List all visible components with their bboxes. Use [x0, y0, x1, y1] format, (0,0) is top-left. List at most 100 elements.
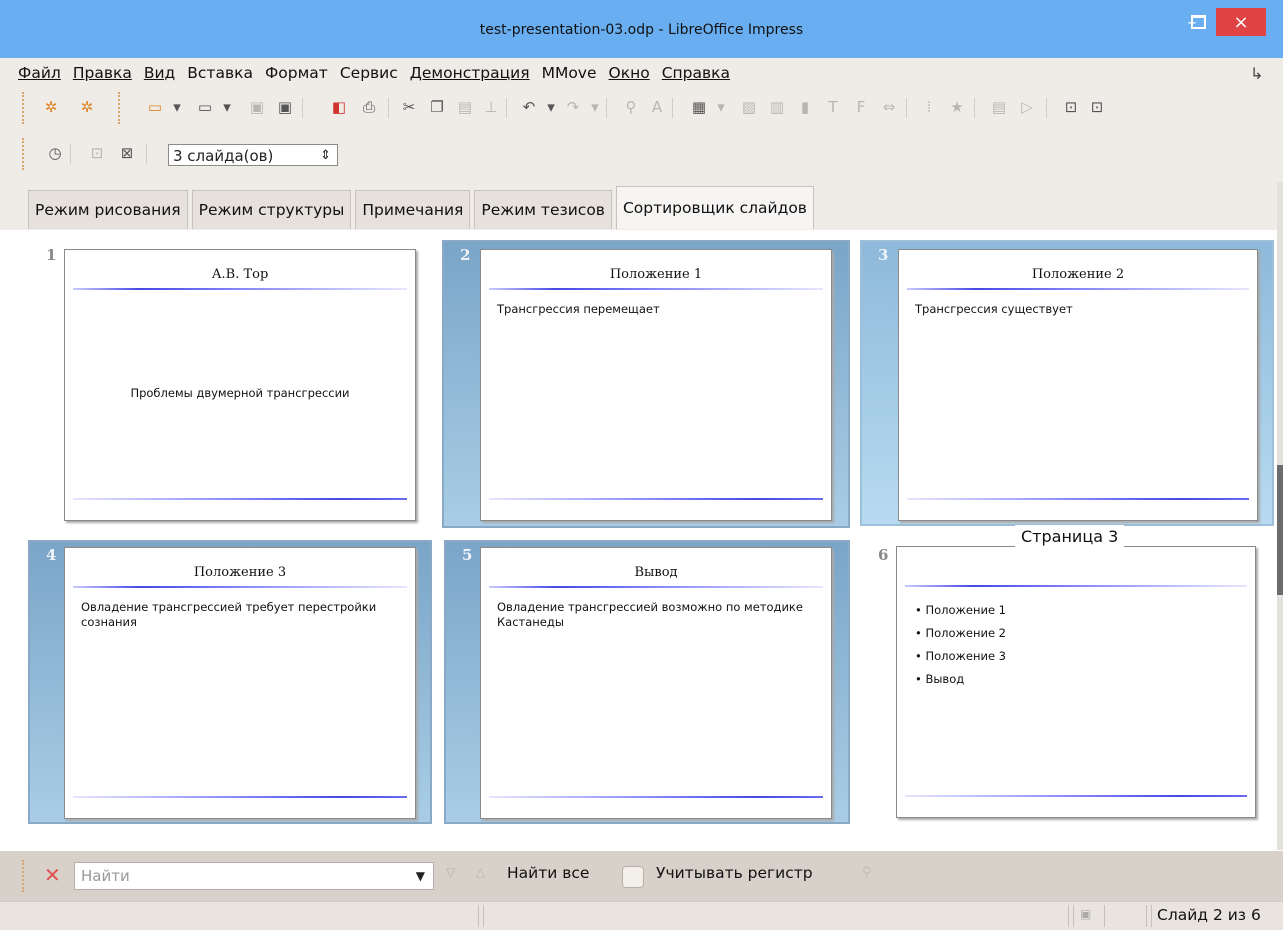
- media-icon[interactable]: ▥: [766, 92, 788, 122]
- slide-thumbnail-2[interactable]: 2 Положение 1 Трансгрессия перемещает: [442, 240, 850, 528]
- hyperlink-icon[interactable]: ⇔: [878, 92, 900, 122]
- menu-view[interactable]: Вид: [144, 64, 175, 82]
- tab-notes[interactable]: Примечания: [355, 190, 471, 229]
- scrollbar-thumb[interactable]: [1277, 465, 1283, 595]
- slides-per-row-select[interactable]: 3 слайда(ов) ⇕: [168, 144, 338, 166]
- toolbar-grip[interactable]: [22, 138, 27, 170]
- find-input[interactable]: Найти ▼: [74, 862, 434, 890]
- menu-help[interactable]: Справка: [662, 64, 730, 82]
- list-item: Вывод: [915, 668, 1006, 691]
- tab-normal[interactable]: Режим рисования: [28, 190, 188, 229]
- menu-window[interactable]: Окно: [609, 64, 650, 82]
- search-icon[interactable]: ⚲: [862, 865, 872, 880]
- save-as-icon[interactable]: ▣: [274, 92, 296, 122]
- menu-format[interactable]: Формат: [265, 64, 328, 82]
- slide-preview: Положение 1 Трансгрессия перемещает: [480, 249, 832, 521]
- vertical-scrollbar[interactable]: [1277, 182, 1283, 850]
- save-icon[interactable]: ▣: [246, 92, 268, 122]
- cut-icon[interactable]: ✂: [398, 92, 420, 122]
- find-all-button[interactable]: Найти все: [507, 864, 589, 882]
- list-item: Положение 2: [915, 622, 1006, 645]
- find-next-icon[interactable]: ▽: [446, 865, 455, 879]
- show-slide-icon[interactable]: ⊡: [86, 138, 108, 168]
- slide-content: Овладение трансгрессией требует перестро…: [81, 600, 377, 629]
- standard-toolbar: ✲ ✲ ▭ ▾ ▭ ▾ ▣ ▣ ◧ ⎙ ✂ ❐ ▤ ⊥ ↶ ▾ ↷ ▾ ⚲ A …: [0, 92, 1283, 128]
- close-icon: ×: [1233, 11, 1249, 33]
- slide-preview: Положение 1 Положение 2 Положение 3 Выво…: [896, 546, 1256, 818]
- maximize-button[interactable]: [1180, 8, 1216, 36]
- slide-preview: Положение 2 Трансгрессия существует: [898, 249, 1258, 521]
- menu-file[interactable]: Файл: [18, 64, 61, 82]
- slide-title: Положение 3: [193, 565, 287, 580]
- list-item: Положение 1: [915, 599, 1006, 622]
- new-icon[interactable]: ▭: [144, 92, 166, 122]
- master-slide-icon[interactable]: ▤: [988, 92, 1010, 122]
- redo-dropdown-icon[interactable]: ▾: [584, 92, 606, 122]
- image-icon[interactable]: ▨: [738, 92, 760, 122]
- print-icon[interactable]: ⎙: [358, 92, 380, 122]
- list-item: Положение 3: [915, 645, 1006, 668]
- helplines-icon[interactable]: ★: [946, 92, 968, 122]
- menu-edit[interactable]: Правка: [73, 64, 132, 82]
- new-dropdown-icon[interactable]: ▾: [166, 92, 188, 122]
- close-button[interactable]: ×: [1216, 8, 1266, 36]
- match-case-label[interactable]: Учитывать регистр: [656, 864, 813, 882]
- toolbar-grip[interactable]: [22, 92, 27, 124]
- macro-record-icon[interactable]: ✲: [76, 92, 98, 122]
- maximize-icon: [1190, 15, 1206, 29]
- hide-slide-icon[interactable]: ⊠: [116, 138, 138, 168]
- page-tooltip: Страница 3: [1015, 525, 1125, 549]
- view-tabs: Режим рисования Режим структуры Примечан…: [28, 186, 818, 230]
- toolbar-grip[interactable]: [22, 860, 27, 892]
- macro-run-icon[interactable]: ✲: [40, 92, 62, 122]
- redo-icon[interactable]: ↷: [562, 92, 584, 122]
- slide-subtitle: Проблемы двумерной трансгрессии: [130, 386, 350, 400]
- fontwork-icon[interactable]: F: [850, 92, 872, 122]
- menu-tools[interactable]: Сервис: [340, 64, 398, 82]
- table-icon[interactable]: ▦: [688, 92, 710, 122]
- close-document-icon[interactable]: ↳: [1250, 64, 1263, 83]
- find-replace-icon[interactable]: ⚲: [620, 92, 642, 122]
- undo-icon[interactable]: ↶: [518, 92, 540, 122]
- rehearse-timings-icon[interactable]: ◷: [44, 138, 66, 168]
- match-case-checkbox[interactable]: [622, 866, 644, 888]
- grid-icon[interactable]: ⦙: [918, 92, 940, 122]
- find-previous-icon[interactable]: △: [476, 865, 485, 879]
- slide-content: Трансгрессия существует: [915, 302, 1073, 316]
- chart-icon[interactable]: ▮: [794, 92, 816, 122]
- document-modified-icon[interactable]: ▣: [1080, 907, 1091, 921]
- tab-outline[interactable]: Режим структуры: [191, 190, 352, 229]
- menu-insert[interactable]: Вставка: [187, 64, 253, 82]
- start-current-slide-icon[interactable]: ⊡: [1086, 92, 1108, 122]
- toolbar-grip[interactable]: [118, 92, 123, 124]
- slide-layout-icon[interactable]: ▷: [1016, 92, 1038, 122]
- slide-thumbnail-3[interactable]: 3 Положение 2 Трансгрессия существует: [860, 240, 1274, 526]
- slide-number: 3: [878, 246, 889, 264]
- clone-formatting-icon[interactable]: ⊥: [480, 92, 502, 122]
- spelling-icon[interactable]: A: [646, 92, 668, 122]
- open-icon[interactable]: ▭: [194, 92, 216, 122]
- slide-thumbnail-6[interactable]: 6 Положение 1 Положение 2 Положение 3 Вы…: [860, 540, 1274, 824]
- start-slideshow-icon[interactable]: ⊡: [1060, 92, 1082, 122]
- close-find-icon[interactable]: ✕: [44, 863, 61, 887]
- undo-dropdown-icon[interactable]: ▾: [540, 92, 562, 122]
- table-dropdown-icon[interactable]: ▾: [710, 92, 732, 122]
- slide-thumbnail-4[interactable]: 4 Положение 3 Овладение трансгрессией тр…: [28, 540, 432, 824]
- slide-thumbnail-5[interactable]: 5 Вывод Овладение трансгрессией возможно…: [444, 540, 850, 824]
- chevron-down-icon[interactable]: ▼: [416, 863, 425, 889]
- text-box-icon[interactable]: T: [822, 92, 844, 122]
- slide-thumbnail-1[interactable]: 1 А.В. Тор Проблемы двумерной трансгресс…: [30, 240, 430, 526]
- slide-title: Положение 2: [1031, 267, 1125, 282]
- tab-slide-sorter[interactable]: Сортировщик слайдов: [615, 186, 814, 229]
- slide-preview: А.В. Тор Проблемы двумерной трансгрессии: [64, 249, 416, 521]
- tab-handout[interactable]: Режим тезисов: [474, 190, 612, 229]
- window-title: test-presentation-03.odp - LibreOffice I…: [479, 22, 804, 38]
- title-bar: test-presentation-03.odp - LibreOffice I…: [0, 0, 1283, 58]
- menu-mmove[interactable]: MMove: [542, 64, 597, 82]
- open-dropdown-icon[interactable]: ▾: [216, 92, 238, 122]
- menu-slideshow[interactable]: Демонстрация: [410, 64, 530, 82]
- find-toolbar: ✕ Найти ▼ ▽ △ Найти все Учитывать регист…: [0, 851, 1283, 901]
- paste-icon[interactable]: ▤: [454, 92, 476, 122]
- export-pdf-icon[interactable]: ◧: [328, 92, 350, 122]
- copy-icon[interactable]: ❐: [426, 92, 448, 122]
